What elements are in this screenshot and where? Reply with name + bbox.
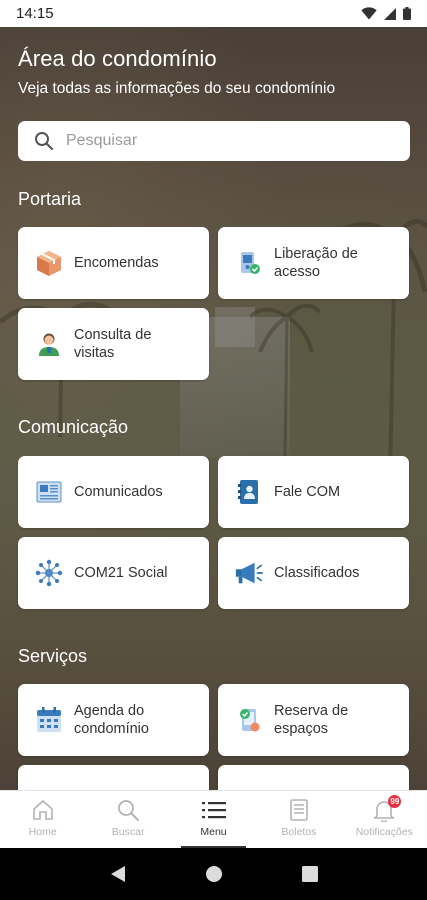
card-agenda-do-condominio[interactable]: Agenda do condomínio [18, 684, 209, 756]
home-icon [32, 799, 53, 820]
card-encomendas[interactable]: Encomendas [18, 227, 209, 299]
nav-boletos[interactable]: Boletos [256, 791, 341, 848]
nav-label: Buscar [111, 826, 145, 838]
card-com21-social[interactable]: COM21 Social [18, 537, 209, 609]
invoice-icon [290, 799, 308, 821]
card-consulta-de-visitas[interactable]: Consulta de visitas [18, 308, 209, 380]
package-icon [34, 248, 64, 278]
nav-label: Menu [200, 826, 227, 838]
card-comunicados[interactable]: Comunicados [18, 456, 209, 528]
card-label: Comunicados [74, 484, 163, 500]
card-liberacao-de-acesso[interactable]: Liberação de acesso [218, 227, 409, 299]
card-label: Reserva de espaços [274, 703, 349, 737]
card-reserva-de-espacos[interactable]: Reserva de espaços [218, 684, 409, 756]
social-network-icon [34, 558, 64, 588]
page-title: Área do condomínio [18, 46, 217, 71]
notification-badge: 99 [388, 795, 402, 808]
status-time: 14:15 [16, 5, 54, 22]
nav-menu[interactable]: Menu [171, 791, 256, 848]
home-circle-icon[interactable] [205, 865, 223, 883]
card-label: Agenda do condomínio [74, 703, 149, 737]
nav-buscar[interactable]: Buscar [85, 791, 170, 848]
nav-label: Boletos [281, 826, 317, 838]
search-icon [118, 800, 140, 821]
search-icon [35, 132, 54, 151]
battery-icon [403, 7, 411, 20]
card-label: Encomendas [74, 255, 159, 271]
nav-notificacoes[interactable]: 99 Notificações [342, 791, 427, 848]
nav-label: Home [28, 826, 57, 838]
system-navigation-bar [0, 848, 427, 900]
section-title-comunicacao: Comunicação [18, 417, 129, 437]
search-input[interactable] [66, 132, 366, 150]
wifi-icon [361, 7, 377, 20]
space-reservation-icon [234, 705, 264, 735]
page-subtitle: Veja todas as informações do seu condomí… [18, 80, 336, 97]
nav-home[interactable]: Home [0, 791, 85, 848]
menu-icon [201, 802, 226, 819]
nav-label: Notificações [355, 826, 413, 838]
card-label: Consulta de visitas [74, 327, 152, 361]
card-label: Liberação de acesso [274, 246, 358, 280]
background-palm-mid [250, 303, 320, 457]
access-release-icon [234, 248, 264, 278]
megaphone-icon [234, 558, 264, 588]
card-label: Fale COM [274, 484, 341, 500]
main-content[interactable]: Área do condomínio Veja todas as informa… [0, 27, 427, 790]
card-partial-left[interactable] [18, 765, 209, 790]
recents-icon[interactable] [301, 866, 318, 882]
visitor-icon [34, 329, 64, 359]
calendar-icon [34, 705, 64, 735]
signal-icon [384, 7, 396, 20]
card-partial-right[interactable] [218, 765, 409, 790]
search-bar[interactable] [18, 121, 410, 161]
status-bar: 14:15 [0, 0, 427, 27]
background-building-top [215, 307, 255, 347]
section-title-servicos: Serviços [18, 646, 88, 666]
card-fale-com[interactable]: Fale COM [218, 456, 409, 528]
section-title-portaria: Portaria [18, 189, 82, 209]
bottom-navigation: Home Buscar Menu Boletos 99 Notificações [0, 790, 427, 848]
back-icon[interactable] [110, 865, 126, 883]
card-label: Classificados [274, 565, 360, 581]
card-label: COM21 Social [74, 565, 168, 581]
card-classificados[interactable]: Classificados [218, 537, 409, 609]
newspaper-icon [34, 477, 64, 507]
status-icons [361, 7, 411, 20]
contact-book-icon [234, 477, 264, 507]
